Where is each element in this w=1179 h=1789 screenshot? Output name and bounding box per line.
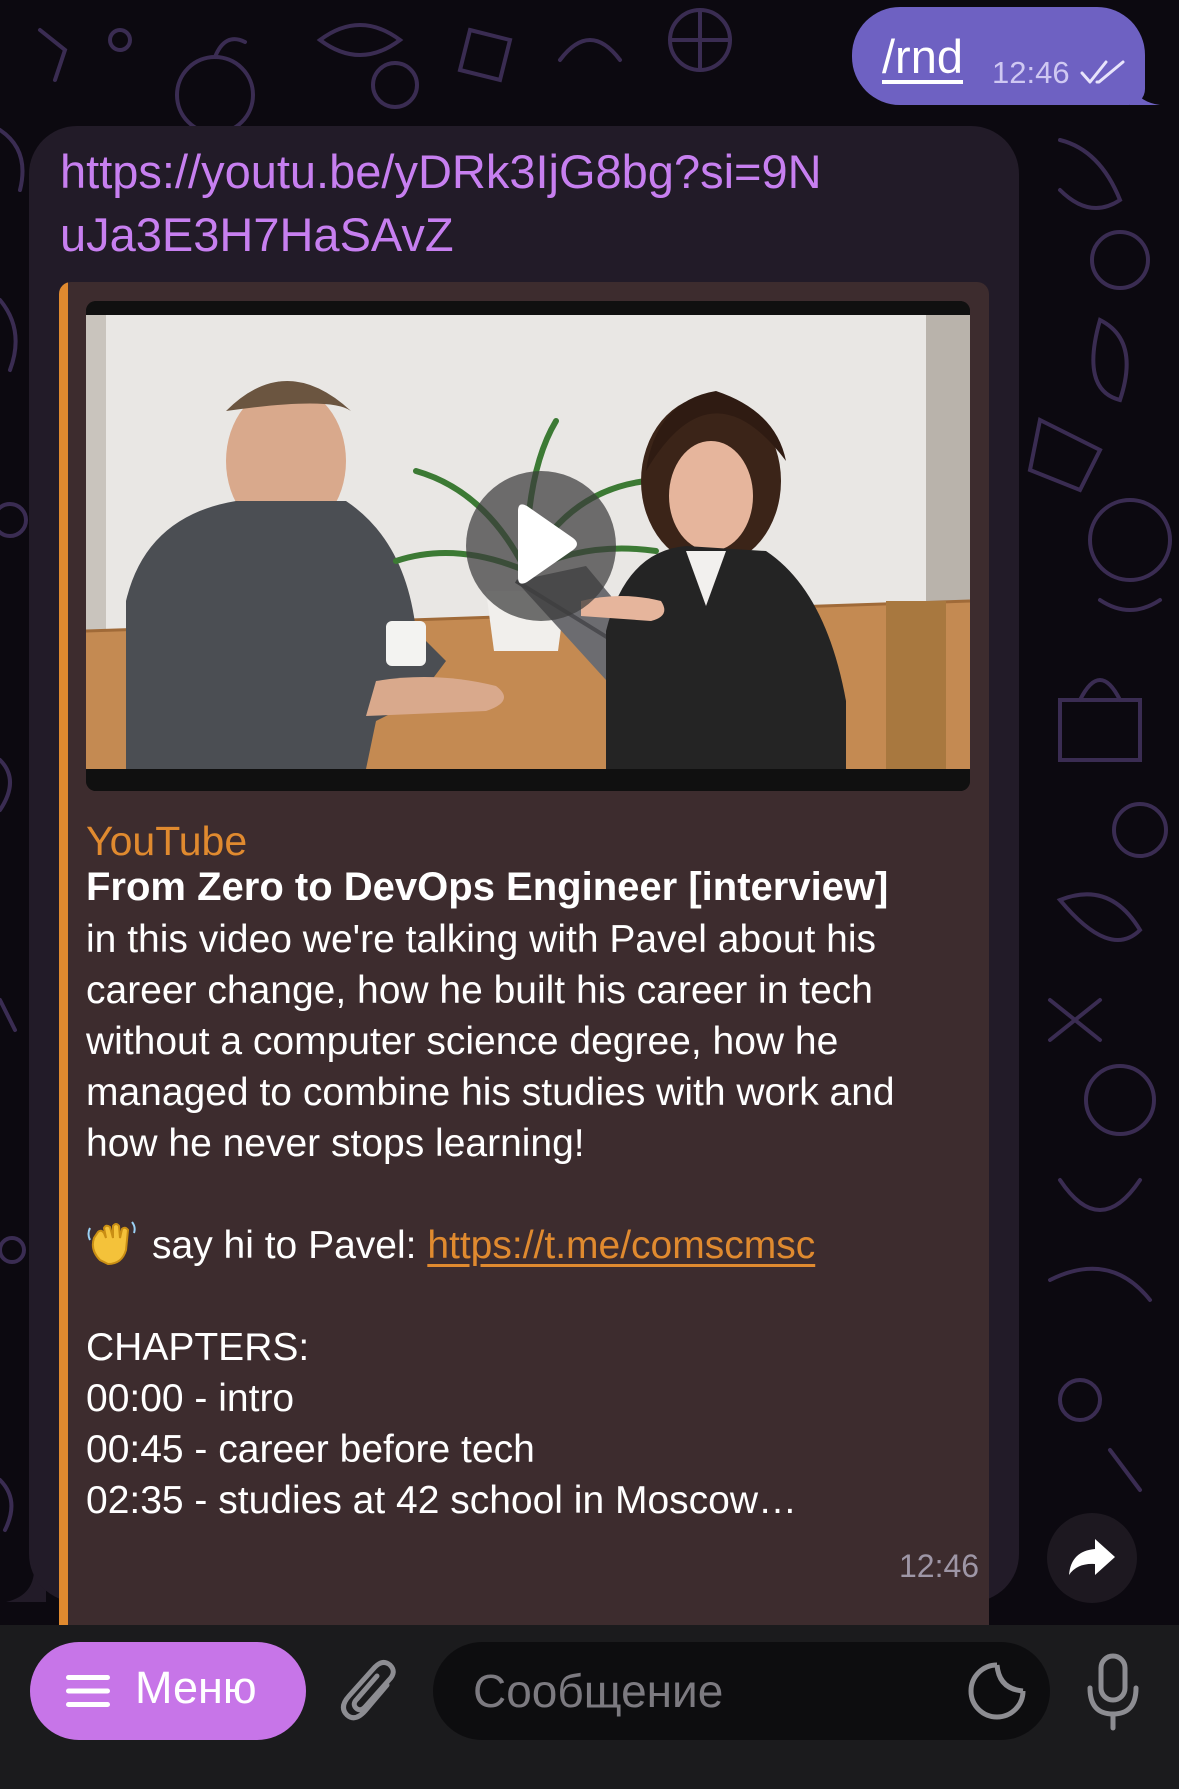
- preview-description-text: in this video we're talking with Pavel a…: [86, 918, 895, 1165]
- forward-arrow-icon: [1069, 1539, 1115, 1575]
- preview-title: From Zero to DevOps Engineer [interview]: [86, 865, 889, 909]
- waving-hand-emoji: [87, 1221, 136, 1266]
- hamburger-icon: [66, 1675, 110, 1707]
- paperclip-icon[interactable]: [337, 1655, 401, 1729]
- outgoing-message-text[interactable]: /rnd: [882, 29, 963, 84]
- forward-button[interactable]: [1047, 1513, 1137, 1603]
- video-thumbnail[interactable]: [86, 301, 970, 791]
- message-url-link[interactable]: https://youtu.be/yDRk3IjG8bg?si=9NuJa3E3…: [60, 140, 840, 266]
- chapters-header: CHAPTERS:: [86, 1326, 310, 1369]
- microphone-icon[interactable]: [1082, 1652, 1144, 1732]
- chapter-item: 00:45 - career before tech: [86, 1428, 535, 1471]
- preview-site-name: YouTube: [86, 818, 248, 864]
- message-input-bar: Меню Сообщение: [0, 1625, 1179, 1789]
- message-input-placeholder: Сообщение: [473, 1665, 724, 1717]
- chapter-item: 00:00 - intro: [86, 1377, 295, 1420]
- incoming-message-bubble[interactable]: https://youtu.be/yDRk3IjG8bg?si=9NuJa3E3…: [29, 126, 1019, 1662]
- preview-accent-bar: [59, 282, 68, 1662]
- outgoing-message-time: 12:46: [992, 55, 1070, 90]
- incoming-message-time: 12:46: [899, 1548, 980, 1584]
- chapter-item: 02:35 - studies at 42 school in Moscow…: [86, 1479, 798, 1522]
- play-button[interactable]: [466, 471, 616, 621]
- message-input[interactable]: Сообщение: [433, 1642, 1050, 1740]
- telegram-profile-link[interactable]: https://t.me/comscmsc: [427, 1224, 815, 1267]
- play-icon: [518, 504, 577, 584]
- outgoing-message-bubble[interactable]: /rnd 12:46: [852, 7, 1145, 105]
- menu-button-label: Меню: [135, 1662, 257, 1713]
- say-hi-line: say hi to Pavel: https://t.me/comscmsc: [86, 1220, 976, 1271]
- double-check-icon: [1080, 60, 1125, 84]
- say-hi-text: say hi to Pavel:: [152, 1224, 428, 1267]
- bot-menu-button[interactable]: Меню: [30, 1642, 306, 1740]
- sticker-icon[interactable]: [965, 1659, 1029, 1723]
- link-preview-card[interactable]: YouTube From Zero to DevOps Engineer [in…: [59, 282, 989, 1662]
- preview-description: in this video we're talking with Pavel a…: [86, 914, 976, 1526]
